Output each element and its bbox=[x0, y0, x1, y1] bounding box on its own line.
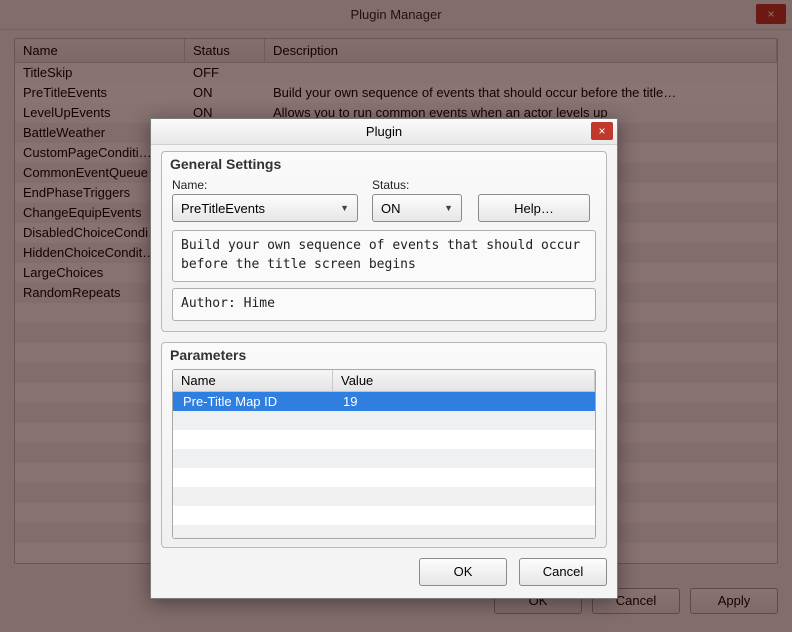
close-icon[interactable]: × bbox=[591, 122, 613, 140]
status-combo[interactable]: ON ▼ bbox=[372, 194, 462, 222]
plugin-dialog-titlebar: Plugin × bbox=[151, 119, 617, 145]
table-row-empty bbox=[173, 430, 595, 449]
author-box: Author: Hime bbox=[172, 288, 596, 321]
plugin-manager-title: Plugin Manager bbox=[350, 7, 441, 22]
table-row-empty bbox=[173, 468, 595, 487]
general-settings-section: General Settings Name: PreTitleEvents ▼ … bbox=[161, 151, 607, 332]
dialog-button-row: OK Cancel bbox=[161, 558, 607, 586]
close-icon[interactable]: × bbox=[756, 4, 786, 24]
apply-button[interactable]: Apply bbox=[690, 588, 778, 614]
param-col-name: Name bbox=[173, 370, 333, 391]
parameters-table[interactable]: Name Value Pre-Title Map ID19 bbox=[172, 369, 596, 539]
col-name: Name bbox=[15, 39, 185, 62]
param-col-value: Value bbox=[333, 370, 595, 391]
status-label: Status: bbox=[372, 178, 468, 192]
parameters-header: Name Value bbox=[173, 370, 595, 392]
col-description: Description bbox=[265, 39, 777, 62]
table-row[interactable]: Pre-Title Map ID19 bbox=[173, 392, 595, 411]
ok-button[interactable]: OK bbox=[419, 558, 507, 586]
description-box: Build your own sequence of events that s… bbox=[172, 230, 596, 282]
table-row-empty bbox=[173, 411, 595, 430]
col-status: Status bbox=[185, 39, 265, 62]
plugin-table-header: Name Status Description bbox=[15, 39, 777, 63]
parameters-title: Parameters bbox=[170, 347, 246, 363]
chevron-down-icon: ▼ bbox=[340, 203, 349, 213]
cancel-button[interactable]: Cancel bbox=[519, 558, 607, 586]
table-row-empty bbox=[173, 449, 595, 468]
spacer bbox=[478, 178, 596, 192]
name-label: Name: bbox=[172, 178, 362, 192]
name-combo-value: PreTitleEvents bbox=[181, 201, 265, 216]
table-row-empty bbox=[173, 487, 595, 506]
table-row[interactable]: PreTitleEventsONBuild your own sequence … bbox=[15, 83, 777, 103]
plugin-dialog: Plugin × General Settings Name: PreTitle… bbox=[150, 118, 618, 599]
name-combo[interactable]: PreTitleEvents ▼ bbox=[172, 194, 358, 222]
status-combo-value: ON bbox=[381, 201, 401, 216]
table-row-empty bbox=[173, 506, 595, 525]
help-button[interactable]: Help… bbox=[478, 194, 590, 222]
plugin-manager-titlebar: Plugin Manager × bbox=[0, 0, 792, 30]
table-row-empty bbox=[173, 525, 595, 539]
chevron-down-icon: ▼ bbox=[444, 203, 453, 213]
plugin-dialog-title: Plugin bbox=[366, 124, 402, 139]
parameters-section: Parameters Name Value Pre-Title Map ID19 bbox=[161, 342, 607, 548]
general-settings-title: General Settings bbox=[170, 156, 281, 172]
table-row[interactable]: TitleSkipOFF bbox=[15, 63, 777, 83]
